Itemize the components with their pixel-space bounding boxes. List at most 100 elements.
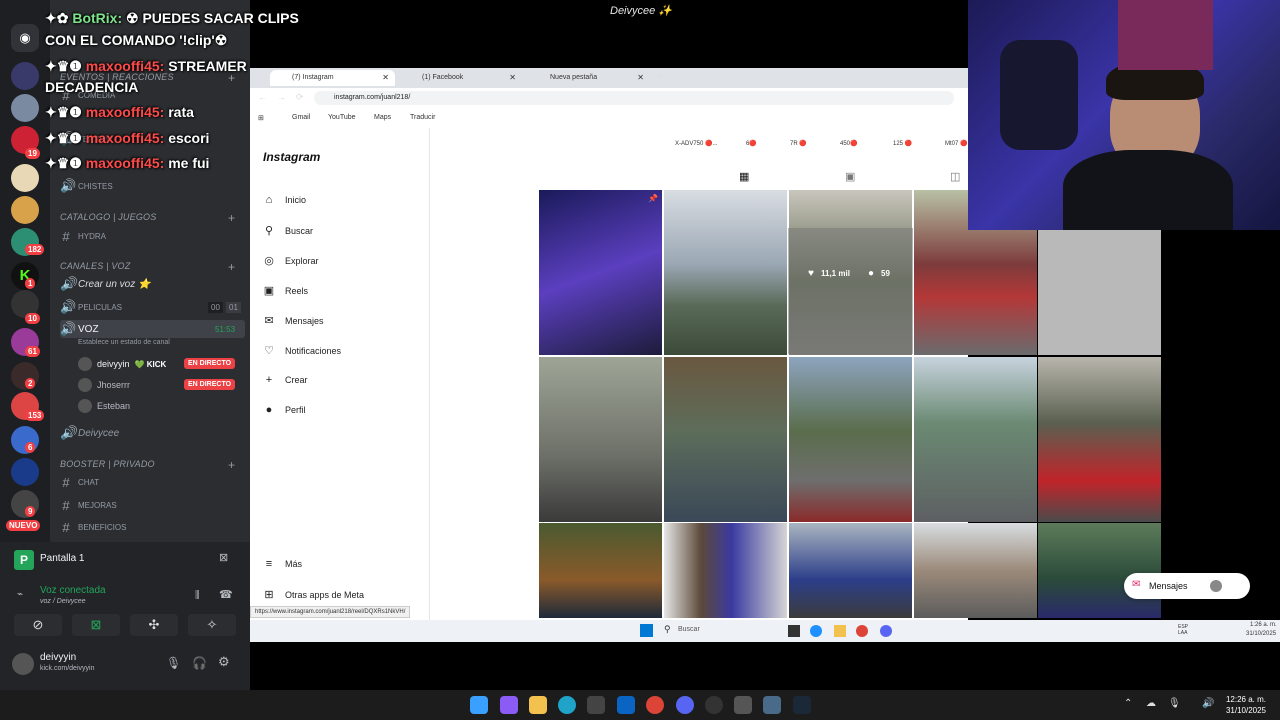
add-channel-icon[interactable]: + (228, 260, 235, 274)
chrome-icon[interactable] (646, 696, 664, 714)
highlight-label[interactable]: 125 🔴 (893, 140, 912, 147)
post-thumbnail[interactable] (664, 190, 787, 355)
nav-meta-apps[interactable]: ⊞ Otras apps de Meta (262, 588, 364, 601)
nav-reels[interactable]: ▣ Reels (262, 284, 308, 297)
url-input[interactable]: instagram.com/juanl218/ (314, 91, 954, 105)
close-icon[interactable]: ⊠ (219, 551, 228, 564)
post-thumbnail[interactable] (789, 357, 912, 522)
reels-tab-icon[interactable]: ▣ (845, 170, 855, 183)
channel-chat[interactable]: # CHAT (60, 473, 245, 491)
bookmark-gmail[interactable]: Gmail (292, 114, 310, 121)
channel-voz[interactable]: 🔊 VOZ 51:53 (60, 320, 245, 338)
nav-inicio[interactable]: ⌂ Inicio (262, 194, 306, 206)
channel-beneficios[interactable]: # BENEFICIOS (60, 518, 245, 536)
bookmark-maps[interactable]: Maps (374, 114, 391, 121)
post-thumbnail[interactable] (914, 523, 1037, 618)
edge-icon[interactable] (810, 625, 822, 637)
category-catalogo[interactable]: CATALOGO | JUEGOS + (60, 211, 235, 225)
tab-facebook[interactable]: (1) Facebook ✕ (400, 70, 522, 86)
language-indicator[interactable]: ESP LAA (1178, 624, 1194, 636)
channel-deivycee[interactable]: 🔊 Deivycee (60, 424, 245, 442)
channel-hydra[interactable]: # HYDRA (60, 227, 245, 245)
discord-home-icon[interactable]: ◉ (11, 24, 39, 52)
disconnect-icon[interactable]: ☎ (219, 588, 233, 601)
post-thumbnail[interactable] (539, 357, 662, 522)
headphones-icon[interactable]: 🎧 (192, 656, 207, 670)
close-tab-icon[interactable]: ✕ (382, 73, 389, 82)
bookmark-traducir[interactable]: Traducir (410, 114, 435, 121)
channel-mejoras[interactable]: # MEJORAS (60, 496, 245, 514)
soundboard-button[interactable]: ✧ (188, 614, 236, 636)
network-icon[interactable]: ☁ (1146, 698, 1156, 709)
chrome-icon[interactable] (856, 625, 868, 637)
nav-mensajes[interactable]: ✉ Mensajes (262, 314, 323, 327)
folder-icon[interactable] (834, 625, 846, 637)
share-screen-button[interactable]: ⊠ (72, 614, 120, 636)
add-channel-icon[interactable]: + (228, 211, 235, 225)
nav-crear[interactable]: + Crear (262, 374, 308, 386)
user-avatar[interactable] (12, 653, 34, 675)
speaker-icon[interactable]: 🔊 (1202, 698, 1214, 709)
post-thumbnail[interactable] (1038, 523, 1161, 618)
discord-icon[interactable] (880, 625, 892, 637)
channel-chistes[interactable]: 🔊 CHISTES (60, 177, 245, 195)
channel-crear[interactable]: 🔊 Crear un voz ⭐ (60, 275, 245, 293)
discord-icon[interactable] (676, 696, 694, 714)
highlight-label[interactable]: 6🔴 (746, 140, 757, 147)
instagram-logo[interactable]: Instagram (263, 150, 320, 164)
nav-buscar[interactable]: ⚲ Buscar (262, 224, 313, 237)
bookmark-youtube[interactable]: YouTube (328, 114, 356, 121)
camera-off-button[interactable]: ⊘ (14, 614, 62, 636)
close-tab-icon[interactable]: ✕ (509, 73, 516, 82)
apps-icon[interactable]: ⊞ (258, 114, 264, 122)
microphone-icon[interactable]: 🎙 (1168, 698, 1181, 709)
voice-user[interactable]: Esteban (78, 399, 130, 413)
tray-chevron-icon[interactable]: ⌃ (1124, 698, 1132, 709)
new-tab-icon[interactable]: + (658, 71, 664, 82)
back-icon[interactable]: ← (258, 92, 267, 102)
highlight-label[interactable]: X-ADV750 🔴... (675, 140, 718, 147)
edge-icon[interactable] (558, 696, 576, 714)
taskbar-search[interactable]: Buscar (678, 626, 700, 633)
post-thumbnail[interactable] (664, 523, 787, 618)
grid-tab-icon[interactable]: ▦ (739, 170, 749, 183)
store-icon[interactable] (587, 696, 605, 714)
microphone-icon[interactable]: 🎙 (166, 656, 181, 670)
obs-icon[interactable] (705, 696, 723, 714)
windows-icon[interactable] (640, 624, 653, 637)
app-icon[interactable] (763, 696, 781, 714)
messages-button[interactable]: ✉ Mensajes (1124, 573, 1250, 599)
highlight-label[interactable]: 450🔴 (840, 140, 857, 147)
post-thumbnail[interactable] (914, 357, 1037, 522)
nav-explorar[interactable]: ◎ Explorar (262, 254, 318, 267)
tab-new[interactable]: Nueva pestaña ✕ (528, 70, 650, 86)
steam-icon[interactable] (793, 696, 811, 714)
activities-button[interactable]: ✣ (130, 614, 178, 636)
search-icon[interactable]: ⚲ (664, 624, 671, 635)
post-thumbnail[interactable] (664, 357, 787, 522)
post-thumbnail[interactable] (539, 523, 662, 618)
nav-notificaciones[interactable]: ♡ Notificaciones (262, 344, 341, 357)
channel-status[interactable]: Establece un estado de canal (78, 339, 170, 346)
gear-icon[interactable]: ⚙ (218, 654, 230, 670)
voice-user[interactable]: Jhoserrr (78, 378, 130, 392)
forward-icon[interactable]: → (277, 92, 286, 102)
windows-icon[interactable] (470, 696, 488, 714)
post-thumbnail[interactable] (789, 523, 912, 618)
copilot-icon[interactable] (500, 696, 518, 714)
post-thumbnail[interactable]: 📌 (539, 190, 662, 355)
server-icon[interactable] (11, 62, 39, 90)
outlook-icon[interactable] (617, 696, 635, 714)
category-booster[interactable]: BOOSTER | PRIVADO + (60, 458, 235, 472)
add-channel-icon[interactable]: + (228, 458, 235, 472)
app-icon[interactable] (734, 696, 752, 714)
server-icon[interactable] (11, 94, 39, 122)
server-icon[interactable] (11, 458, 39, 486)
folder-icon[interactable] (529, 696, 547, 714)
noise-icon[interactable]: ⫼ (195, 590, 200, 601)
highlight-label[interactable]: Mt07 🔴 (945, 140, 967, 147)
highlight-label[interactable]: 7R 🔴 (790, 140, 807, 147)
server-icon[interactable] (11, 196, 39, 224)
nav-perfil[interactable]: ● Perfil (262, 404, 306, 416)
post-hover-overlay[interactable]: ♥ 11,1 mil ● 59 (788, 228, 913, 354)
